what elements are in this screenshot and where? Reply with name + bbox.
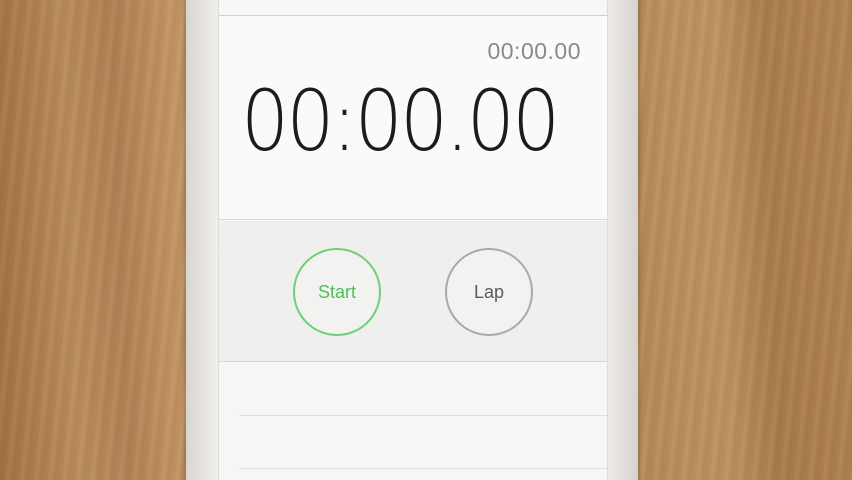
lap-row [239, 363, 607, 416]
lap-button[interactable]: Lap [445, 248, 533, 336]
lap-row [239, 416, 607, 469]
lap-time-readout: 00:00.00 [487, 38, 581, 64]
time-display-panel: 00:00.00 00:00.00 [219, 16, 607, 220]
lap-button-label: Lap [473, 281, 505, 302]
start-button[interactable]: Start [293, 248, 381, 336]
stopwatch-screen: 00:00.00 00:00.00 Start Lap [218, 0, 608, 480]
start-button-label: Start [317, 281, 356, 302]
controls-panel: Start Lap [219, 221, 607, 362]
header-bar [219, 0, 607, 16]
lap-list [219, 363, 607, 480]
main-time-readout: 00:00.00 [241, 72, 560, 170]
